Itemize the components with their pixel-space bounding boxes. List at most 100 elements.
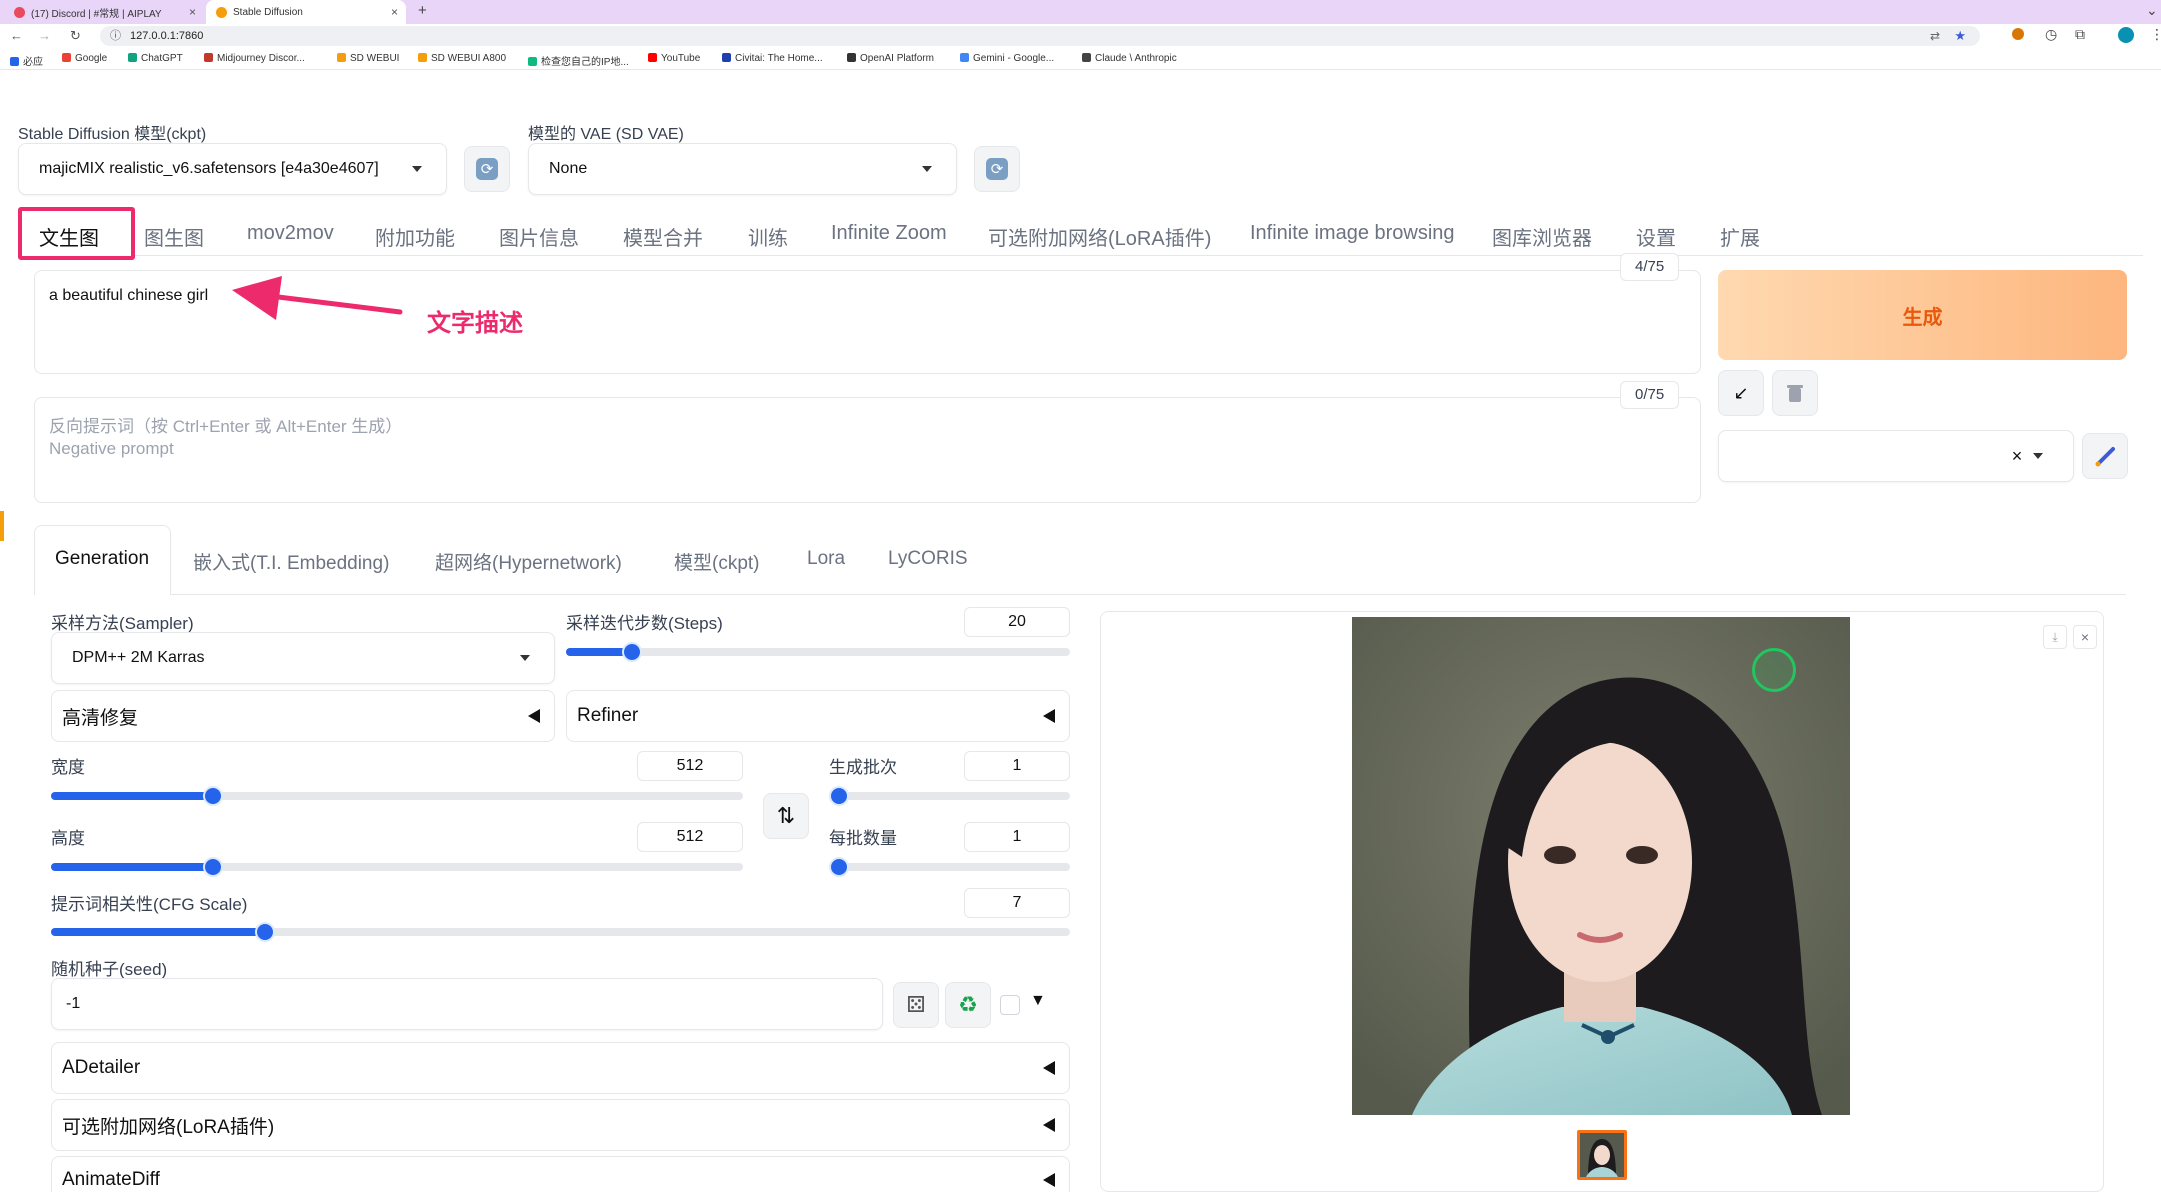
batch-count-input[interactable]: 1 — [964, 751, 1070, 781]
slider-handle[interactable] — [254, 922, 275, 942]
bookmark-item[interactable]: Gemini - Google... — [960, 53, 1054, 64]
subtab-embedding[interactable]: 嵌入式(T.I. Embedding) — [193, 548, 389, 575]
reuse-seed-button[interactable]: ♻ — [945, 982, 991, 1028]
swap-dimensions-button[interactable]: ⇅ — [763, 793, 809, 839]
bookmark-item[interactable]: SD WEBUI — [337, 53, 399, 64]
tab-search-icon[interactable]: ⌄ — [2146, 2, 2158, 19]
seed-input[interactable]: -1 — [51, 978, 883, 1030]
extra-seed-toggle-icon[interactable]: ▼ — [1030, 992, 1046, 1010]
vae-select[interactable]: None — [528, 143, 957, 195]
height-slider[interactable] — [51, 857, 743, 877]
url-field[interactable]: ⓘ 127.0.0.1:7860 ⇄ ★ — [100, 26, 1980, 46]
steps-input[interactable]: 20 — [964, 607, 1070, 637]
animatediff-accordion[interactable]: AnimateDiff — [51, 1156, 1070, 1192]
subtab-generation[interactable]: Generation — [55, 548, 149, 570]
adetailer-accordion[interactable]: ADetailer — [51, 1042, 1070, 1094]
bookmark-item[interactable]: Civitai: The Home... — [722, 53, 823, 64]
browser-tab[interactable]: (17) Discord | #常规 | AIPLAY × — [4, 0, 204, 24]
cfg-label: 提示词相关性(CFG Scale) — [51, 895, 248, 914]
extension-icon[interactable] — [2012, 28, 2024, 40]
close-tab-icon[interactable]: × — [391, 5, 398, 19]
extra-seed-checkbox[interactable] — [1000, 995, 1020, 1015]
slider-handle[interactable] — [829, 857, 849, 877]
slider-handle[interactable] — [621, 642, 642, 662]
tab-png-info[interactable]: 图片信息 — [499, 222, 579, 251]
batch-size-slider[interactable] — [829, 857, 1070, 877]
browser-menu-icon[interactable]: ⋮ — [2150, 26, 2161, 43]
lora-networks-accordion[interactable]: 可选附加网络(LoRA插件) — [51, 1099, 1070, 1151]
width-slider[interactable] — [51, 786, 743, 806]
generate-button[interactable]: 生成 — [1718, 270, 2127, 360]
subtab-checkpoints[interactable]: 模型(ckpt) — [674, 548, 760, 575]
negative-prompt-placeholder-en: Negative prompt — [49, 439, 174, 458]
tab-lora-networks[interactable]: 可选附加网络(LoRA插件) — [988, 222, 1211, 251]
batch-size-input[interactable]: 1 — [964, 822, 1070, 852]
bookmark-item[interactable]: SD WEBUI A800 — [418, 53, 506, 64]
extensions-puzzle-icon[interactable]: ⧉ — [2075, 26, 2085, 43]
hires-fix-accordion[interactable]: 高清修复 — [51, 690, 555, 742]
back-icon[interactable]: ← — [10, 28, 23, 43]
tab-mov2mov[interactable]: mov2mov — [247, 222, 334, 245]
new-tab-button[interactable]: + — [418, 2, 427, 19]
slider-handle[interactable] — [202, 786, 223, 806]
refresh-models-button[interactable]: ⟳ — [464, 146, 510, 192]
clear-styles-icon[interactable]: × — [2005, 444, 2029, 468]
tab-settings[interactable]: 设置 — [1636, 222, 1676, 251]
slider-handle[interactable] — [202, 857, 223, 877]
height-input[interactable]: 512 — [637, 822, 743, 852]
close-preview-icon[interactable]: × — [2073, 625, 2097, 649]
refresh-vae-button[interactable]: ⟳ — [974, 146, 1020, 192]
bookmark-item[interactable]: Claude \ Anthropic — [1082, 53, 1177, 64]
slider-handle[interactable] — [829, 786, 849, 806]
tab-infinite-image-browsing[interactable]: Infinite image browsing — [1250, 222, 1455, 245]
styles-select[interactable]: × — [1718, 430, 2074, 482]
prompt-token-counter: 4/75 — [1620, 253, 1680, 281]
tab-txt2img[interactable]: 文生图 — [39, 222, 99, 251]
tab-image-browser[interactable]: 图库浏览器 — [1492, 222, 1592, 251]
edit-styles-button[interactable] — [2082, 433, 2128, 479]
bookmark-item[interactable]: YouTube — [648, 53, 700, 64]
clear-prompt-button[interactable] — [1772, 370, 1818, 416]
width-input[interactable]: 512 — [637, 751, 743, 781]
arrow-down-left-icon: ↙ — [1733, 382, 1749, 403]
batch-count-slider[interactable] — [829, 786, 1070, 806]
thumbnail-portrait-icon — [1586, 1139, 1618, 1177]
subtab-lycoris[interactable]: LyCORIS — [888, 548, 968, 570]
bookmark-item[interactable]: Midjourney Discor... — [204, 53, 305, 64]
browser-tab-active[interactable]: Stable Diffusion × — [206, 0, 406, 24]
bookmark-item[interactable]: Google — [62, 53, 107, 64]
width-label: 宽度 — [51, 758, 85, 777]
read-params-button[interactable]: ↙ — [1718, 370, 1764, 416]
bookmark-item[interactable]: 检查您自己的IP地... — [528, 53, 629, 68]
bookmark-item[interactable]: ChatGPT — [128, 53, 183, 64]
subtab-hypernetwork[interactable]: 超网络(Hypernetwork) — [435, 548, 622, 575]
sampler-label: 采样方法(Sampler) — [51, 614, 194, 633]
tab-extensions[interactable]: 扩展 — [1720, 222, 1760, 251]
tab-train[interactable]: 训练 — [748, 222, 788, 251]
site-info-icon[interactable]: ⓘ — [110, 26, 121, 46]
profile-avatar[interactable] — [2118, 27, 2134, 43]
tab-model-merge[interactable]: 模型合并 — [623, 222, 703, 251]
close-tab-icon[interactable]: × — [189, 5, 196, 19]
tab-infinite-zoom[interactable]: Infinite Zoom — [831, 222, 947, 245]
sampler-select[interactable]: DPM++ 2M Karras — [51, 632, 555, 684]
negative-prompt-textarea[interactable]: 反向提示词（按 Ctrl+Enter 或 Alt+Enter 生成） Negat… — [34, 397, 1701, 503]
cfg-slider[interactable] — [51, 922, 1070, 942]
bookmark-star-icon[interactable]: ★ — [1954, 26, 1966, 46]
download-icon[interactable]: ⤓ — [2043, 625, 2067, 649]
cfg-input[interactable]: 7 — [964, 888, 1070, 918]
gallery-thumbnail[interactable] — [1577, 1130, 1627, 1180]
history-icon[interactable]: ◷ — [2045, 26, 2057, 43]
random-seed-button[interactable]: ⚄ — [893, 982, 939, 1028]
refiner-accordion[interactable]: Refiner — [566, 690, 1070, 742]
tab-extras[interactable]: 附加功能 — [375, 222, 455, 251]
reload-icon[interactable]: ↻ — [70, 28, 81, 44]
model-select[interactable]: majicMIX realistic_v6.safetensors [e4a30… — [18, 143, 447, 195]
translate-icon[interactable]: ⇄ — [1930, 26, 1940, 46]
forward-icon[interactable]: → — [38, 28, 51, 43]
tab-img2img[interactable]: 图生图 — [144, 222, 204, 251]
steps-slider[interactable] — [566, 642, 1070, 662]
bookmark-item[interactable]: OpenAI Platform — [847, 53, 934, 64]
subtab-lora[interactable]: Lora — [807, 548, 845, 570]
bookmark-item[interactable]: 必应 — [10, 53, 43, 68]
